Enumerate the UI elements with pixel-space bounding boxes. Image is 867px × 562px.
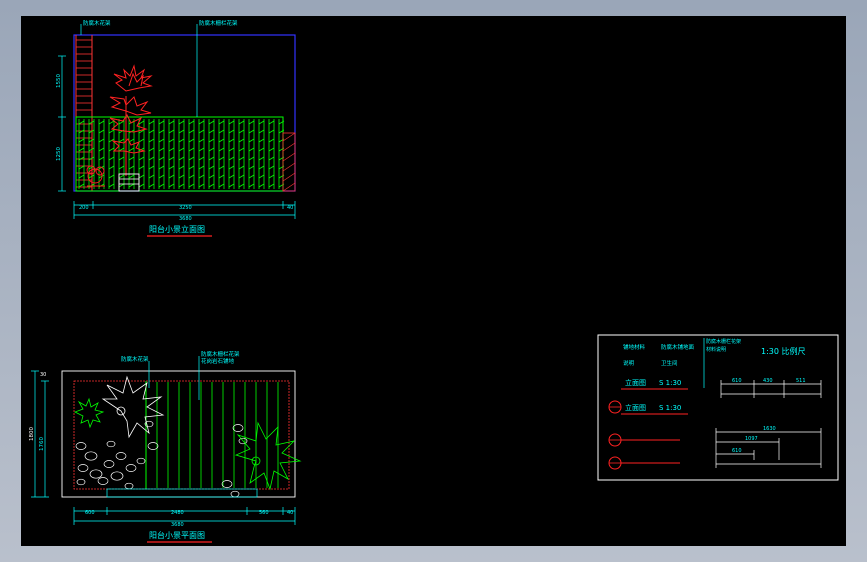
legend-block: 铺地材料 防腐木铺地面 说明 卫生间 防腐木栅栏花架 材料说明 1:30 比例尺… bbox=[597, 334, 839, 481]
legend-row2-a: 说明 bbox=[623, 359, 635, 367]
plan-title: 阳台小景平面图 bbox=[149, 530, 205, 540]
section-symbol-3 bbox=[608, 456, 680, 470]
elevation-title: 阳台小景立面图 bbox=[149, 224, 205, 234]
section-symbol-2 bbox=[608, 433, 680, 447]
elevation-dim-b2: 3250 bbox=[179, 205, 192, 211]
legend-dim-b-total: 1630 bbox=[763, 426, 776, 432]
elevation-dim-upper: 1550 bbox=[56, 74, 62, 88]
plan-label-left: 防腐木花架 bbox=[121, 355, 149, 363]
cad-drawing: 防腐木花架 防腐木栅栏花架 1550 1250 200 3250 40 3680… bbox=[29, 19, 839, 543]
legend-dim-a2: 430 bbox=[763, 378, 773, 384]
legend-row1-a: 铺地材料 bbox=[623, 343, 646, 351]
elevation-dim-b1: 200 bbox=[79, 205, 89, 211]
elevation-label-right: 防腐木栅栏花架 bbox=[199, 19, 238, 27]
plan-dim-left-1: 1800 bbox=[29, 427, 35, 441]
legend-scale-title: 1:30 比例尺 bbox=[761, 346, 806, 356]
legend-sec-scale: S 1:30 bbox=[659, 404, 681, 412]
pebble-path bbox=[75, 420, 248, 498]
plan-drawing: 防腐木花架 防腐木栅栏花架 花岗岩石铺地 30 1800 1760 600 24… bbox=[29, 350, 302, 543]
legend-note-2: 材料说明 bbox=[706, 346, 726, 353]
plan-plant-large bbox=[101, 375, 165, 439]
legend-dim-b-mid: 1097 bbox=[745, 436, 758, 442]
green-fence bbox=[75, 116, 285, 192]
legend-dim-a1: 610 bbox=[732, 378, 742, 384]
plan-plant-right bbox=[234, 421, 302, 491]
legend-row1-b: 防腐木铺地面 bbox=[661, 343, 695, 351]
elevation-drawing: 防腐木花架 防腐木栅栏花架 1550 1250 200 3250 40 3680… bbox=[56, 19, 296, 237]
legend-row2-b: 卫生间 bbox=[661, 359, 678, 367]
entry-step bbox=[106, 488, 258, 498]
plan-dim-small: 30 bbox=[40, 372, 46, 378]
plan-dim-b1: 600 bbox=[85, 510, 95, 516]
plan-label-right-1: 防腐木栅栏花架 bbox=[201, 350, 240, 358]
right-wall bbox=[282, 132, 296, 192]
plan-label-right-2: 花岗岩石铺地 bbox=[201, 357, 235, 365]
wall-hatch bbox=[282, 132, 296, 192]
plan-dim-b3: 560 bbox=[259, 510, 269, 516]
legend-dim-a3: 511 bbox=[796, 378, 806, 384]
deck-planks bbox=[145, 382, 279, 488]
legend-elev-label: 立面图 bbox=[625, 378, 646, 387]
plan-dim-b2: 2480 bbox=[171, 510, 184, 516]
legend-dim-b-small: 610 bbox=[732, 448, 742, 454]
legend-elev-scale: S 1:30 bbox=[659, 379, 681, 387]
elevation-dim-lower: 1250 bbox=[56, 147, 62, 161]
section-symbol-1 bbox=[608, 400, 622, 414]
legend-note: 防腐木栅栏花架 bbox=[706, 338, 741, 345]
elevation-dim-total: 3680 bbox=[179, 216, 192, 222]
legend-sec-label: 立面图 bbox=[625, 403, 646, 412]
elevation-dim-b3: 40 bbox=[287, 205, 293, 211]
plan-plant-small bbox=[74, 397, 105, 429]
plan-dim-total: 3680 bbox=[171, 522, 184, 528]
plan-dim-left-2: 1760 bbox=[39, 437, 45, 451]
elevation-label-left: 防腐木花架 bbox=[83, 19, 111, 27]
cad-drawing-canvas[interactable]: 防腐木花架 防腐木栅栏花架 1550 1250 200 3250 40 3680… bbox=[21, 16, 846, 546]
plan-dim-b4: 40 bbox=[287, 510, 293, 516]
